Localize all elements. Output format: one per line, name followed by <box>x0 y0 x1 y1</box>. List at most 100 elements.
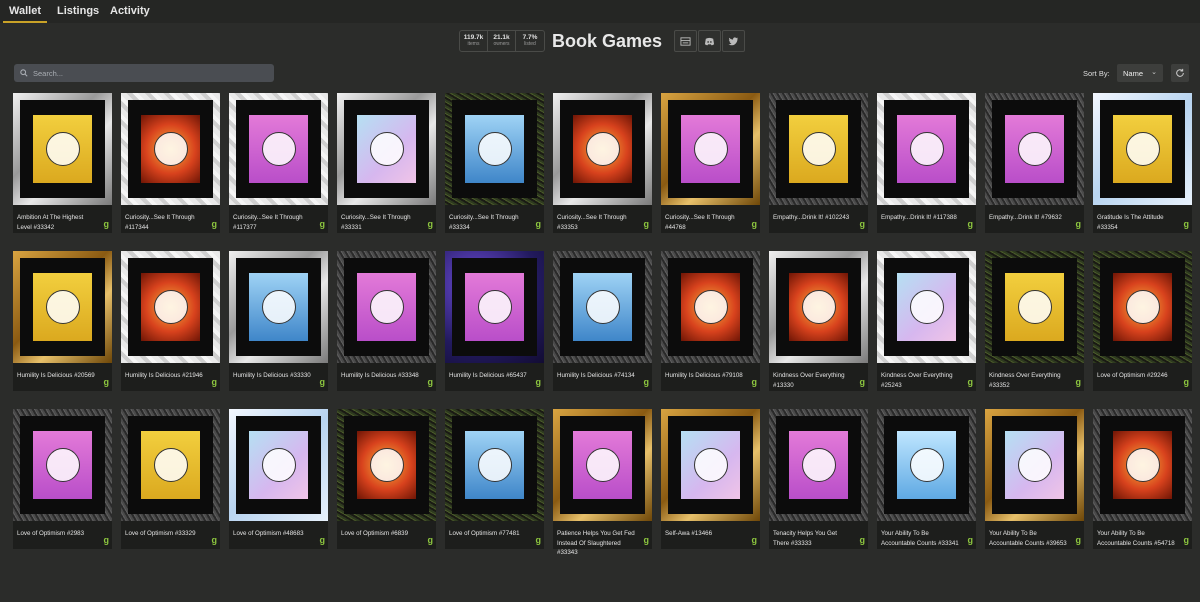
marketplace-logo-icon: g <box>967 219 974 229</box>
nft-card-title: Your Ability To Be Accountable Counts #3… <box>989 530 1067 547</box>
nft-card[interactable]: Kindness Over Everything #25243 g <box>877 251 976 391</box>
nft-card[interactable]: Curiosity...See It Through #33331 g <box>337 93 436 233</box>
nft-card[interactable]: Love of Optimism #33329 g <box>121 409 220 549</box>
nft-card[interactable]: Empathy...Drink It! #117388 g <box>877 93 976 233</box>
nft-card-title: Curiosity...See It Through #33353 <box>557 214 627 231</box>
nft-frame <box>877 93 976 205</box>
nft-frame <box>445 251 544 363</box>
discord-button[interactable] <box>698 30 721 52</box>
nft-card[interactable]: Curiosity...See It Through #117344 g <box>121 93 220 233</box>
nft-artwork <box>357 273 416 341</box>
nft-card[interactable]: Love of Optimism #29246 g <box>1093 251 1192 391</box>
nft-card[interactable]: Humility Is Delicious #74134 g <box>553 251 652 391</box>
nft-card[interactable]: Curiosity...See It Through #44768 g <box>661 93 760 233</box>
search-bar[interactable] <box>14 64 274 82</box>
nft-mat <box>1100 258 1185 356</box>
nft-card[interactable]: Your Ability To Be Accountable Counts #5… <box>1093 409 1192 549</box>
marketplace-logo-icon: g <box>967 377 974 387</box>
nft-artwork <box>573 115 632 183</box>
nft-card[interactable]: Humility Is Delicious #33348 g <box>337 251 436 391</box>
top-nav: Wallet Listings Activity <box>0 0 1200 23</box>
nft-artwork <box>33 431 92 499</box>
nft-mat <box>452 416 537 514</box>
nft-character-image <box>909 132 944 166</box>
stat-owners-label: owners <box>493 41 510 47</box>
nft-character-image <box>693 132 728 166</box>
marketplace-logo-icon: g <box>427 535 434 545</box>
discord-icon <box>704 37 715 45</box>
marketplace-logo-icon: g <box>103 219 110 229</box>
tab-activity[interactable]: Activity <box>110 5 150 17</box>
stat-owners: 21.1k owners <box>488 31 516 51</box>
nft-card[interactable]: Curiosity...See It Through #117377 g <box>229 93 328 233</box>
nft-card[interactable]: Humility Is Delicious #33330 g <box>229 251 328 391</box>
marketplace-logo-icon: g <box>427 377 434 387</box>
marketplace-logo-icon: g <box>535 535 542 545</box>
nft-card-title: Curiosity...See It Through #44768 <box>665 214 735 231</box>
nft-card[interactable]: Kindness Over Everything #13330 g <box>769 251 868 391</box>
nft-card[interactable]: Humility Is Delicious #20569 g <box>13 251 112 391</box>
nft-character-image <box>477 448 512 482</box>
nft-artwork <box>573 431 632 499</box>
nft-character-image <box>801 132 836 166</box>
nft-card[interactable]: Gratitude Is The Attitude #33354 g <box>1093 93 1192 233</box>
marketplace-logo-icon: g <box>643 535 650 545</box>
nft-card-title: Humility Is Delicious #65437 <box>449 372 527 379</box>
nft-card[interactable]: Kindness Over Everything #33352 g <box>985 251 1084 391</box>
nft-card[interactable]: Humility Is Delicious #21946 g <box>121 251 220 391</box>
nft-mat <box>344 100 429 198</box>
nft-card[interactable]: Ambition At The Highest Level #33342 g <box>13 93 112 233</box>
nft-card-title: Curiosity...See It Through #117344 <box>125 214 195 231</box>
tab-wallet[interactable]: Wallet <box>3 5 47 23</box>
twitter-button[interactable] <box>722 30 745 52</box>
nft-mat <box>128 100 213 198</box>
nft-card[interactable]: Love of Optimism #77481 g <box>445 409 544 549</box>
nft-card[interactable]: Self-Awa #13466 g <box>661 409 760 549</box>
nft-frame <box>553 409 652 521</box>
marketplace-logo-icon: g <box>859 377 866 387</box>
marketplace-logo-icon: g <box>1075 219 1082 229</box>
marketplace-logo-icon: g <box>535 219 542 229</box>
nft-card[interactable]: Your Ability To Be Accountable Counts #3… <box>985 409 1084 549</box>
nft-artwork <box>141 273 200 341</box>
website-button[interactable] <box>674 30 697 52</box>
nft-card[interactable]: Humility Is Delicious #65437 g <box>445 251 544 391</box>
nft-character-image <box>1017 290 1052 324</box>
stat-items-value: 119.7k <box>463 34 484 41</box>
nft-card[interactable]: Your Ability To Be Accountable Counts #3… <box>877 409 976 549</box>
nft-card[interactable]: Tenacity Helps You Get There #33333 g <box>769 409 868 549</box>
nft-card[interactable]: Humility Is Delicious #79108 g <box>661 251 760 391</box>
nft-character-image <box>369 448 404 482</box>
nft-artwork <box>1113 431 1172 499</box>
nft-mat <box>776 100 861 198</box>
nft-card[interactable]: Empathy...Drink It! #102243 g <box>769 93 868 233</box>
nft-character-image <box>153 290 188 324</box>
nft-card[interactable]: Patience Helps You Get Fed Instead Of Sl… <box>553 409 652 556</box>
nft-card[interactable]: Curiosity...See It Through #33334 g <box>445 93 544 233</box>
nft-card[interactable]: Love of Optimism #6839 g <box>337 409 436 549</box>
nft-mat <box>344 258 429 356</box>
nft-card-title: Curiosity...See It Through #33334 <box>449 214 519 231</box>
nft-mat <box>128 258 213 356</box>
nft-card[interactable]: Love of Optimism #2983 g <box>13 409 112 549</box>
stat-listed-label: listed <box>524 41 536 47</box>
marketplace-logo-icon: g <box>427 219 434 229</box>
nft-card[interactable]: Empathy...Drink It! #79632 g <box>985 93 1084 233</box>
search-input[interactable] <box>33 68 263 78</box>
nft-mat <box>452 100 537 198</box>
marketplace-logo-icon: g <box>751 535 758 545</box>
nft-character-image <box>153 132 188 166</box>
nft-artwork <box>573 273 632 341</box>
nft-artwork <box>789 273 848 341</box>
chevron-down-icon: ⌄ <box>1151 69 1157 76</box>
nft-character-image <box>585 290 620 324</box>
nft-artwork <box>1005 273 1064 341</box>
marketplace-logo-icon: g <box>535 377 542 387</box>
tab-listings[interactable]: Listings <box>57 5 99 17</box>
refresh-button[interactable] <box>1171 64 1189 82</box>
nft-card[interactable]: Love of Optimism #48683 g <box>229 409 328 549</box>
nft-card[interactable]: Curiosity...See It Through #33353 g <box>553 93 652 233</box>
nft-card-title: Humility Is Delicious #74134 <box>557 372 635 379</box>
sort-select[interactable]: Name ⌄ <box>1117 64 1163 82</box>
nft-card-title: Humility Is Delicious #21946 <box>125 372 203 379</box>
